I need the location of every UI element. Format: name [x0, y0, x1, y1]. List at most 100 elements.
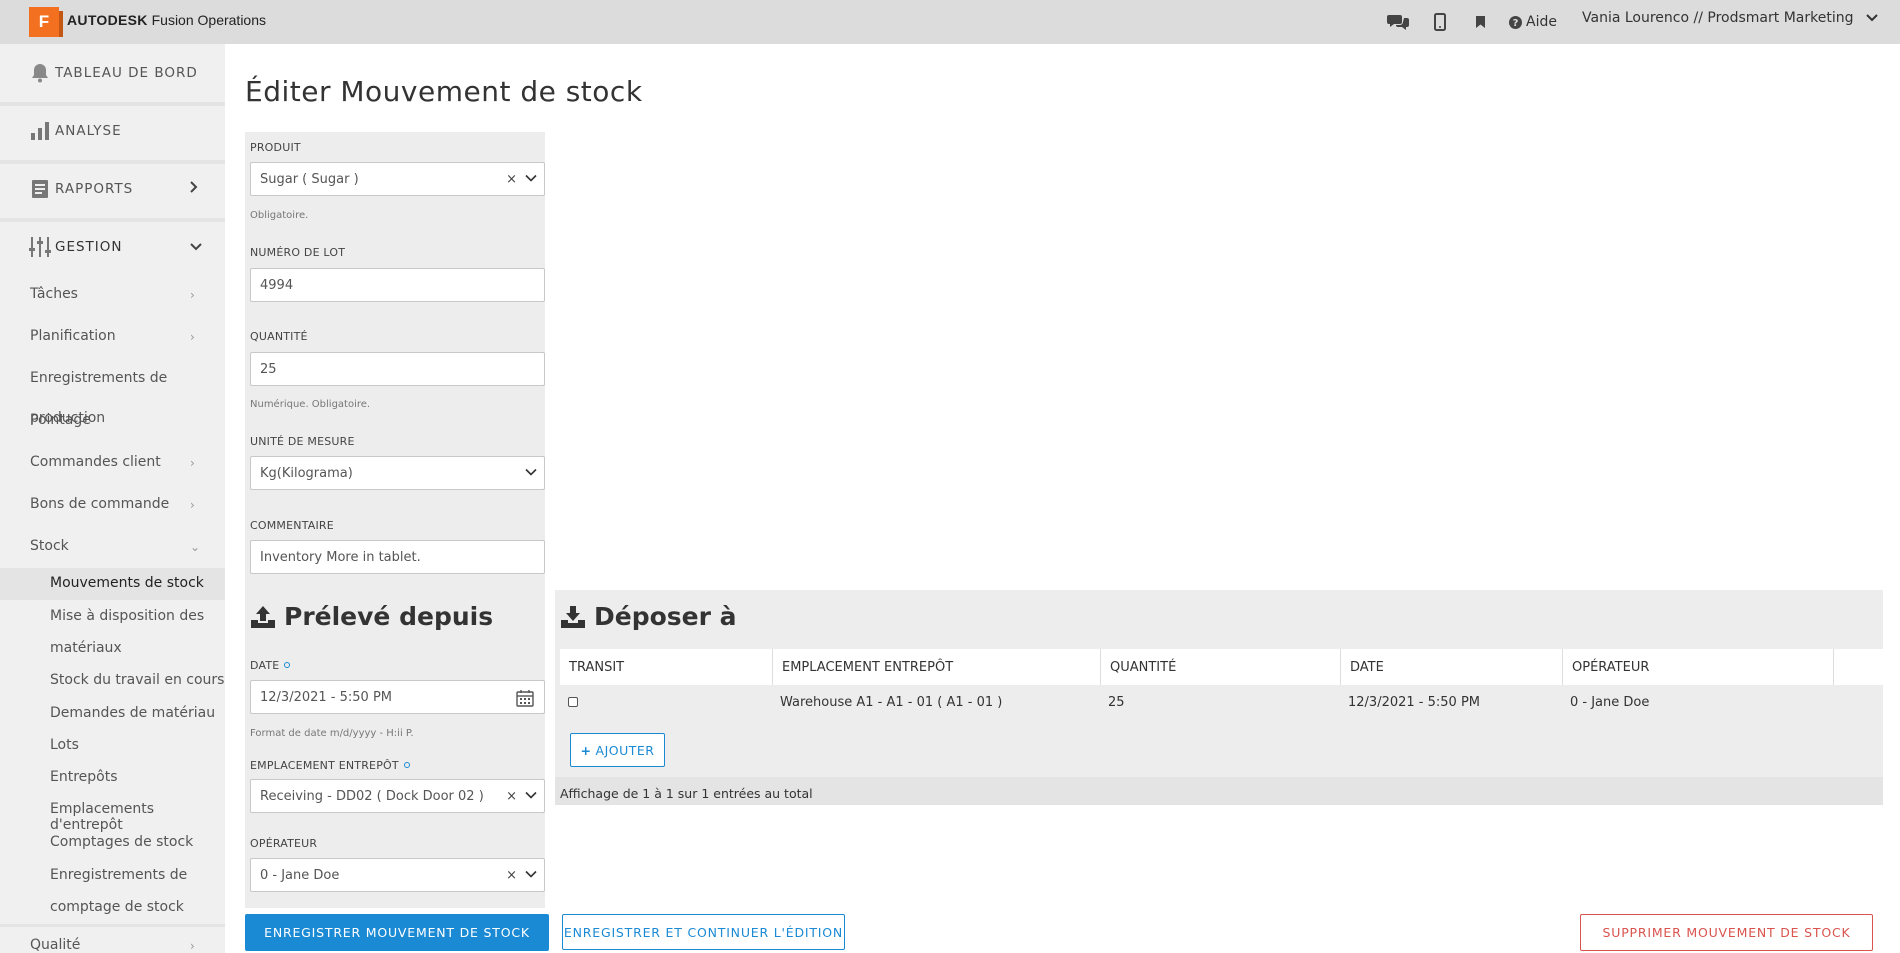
col-quantity[interactable]: QUANTITÉ	[1101, 649, 1341, 685]
top-bar: F AUTODESK Fusion Operations ? Aide Vani…	[0, 0, 1900, 44]
col-date[interactable]: DATE	[1341, 649, 1563, 685]
sliders-icon	[28, 235, 52, 259]
product-help: Obligatoire.	[250, 210, 309, 221]
row-date: 12/3/2021 - 5:50 PM	[1348, 694, 1480, 710]
save-button[interactable]: ENREGISTRER MOUVEMENT DE STOCK	[245, 914, 549, 951]
sidebar-item-tasks[interactable]: Tâches ›	[30, 286, 195, 302]
date-input[interactable]: 12/3/2021 - 5:50 PM	[250, 680, 545, 714]
chevron-right-icon: ›	[190, 330, 195, 344]
operator-label: OPÉRATEUR	[250, 837, 318, 850]
add-button[interactable]: + AJOUTER	[570, 733, 665, 767]
unit-label: UNITÉ DE MESURE	[250, 435, 355, 448]
calendar-icon[interactable]	[516, 689, 534, 707]
sidebar-item-purchase-orders[interactable]: Bons de commande ›	[30, 496, 195, 512]
chevron-down-icon	[1866, 10, 1878, 26]
chevron-right-icon: ›	[190, 939, 195, 953]
transit-checkbox[interactable]	[568, 685, 578, 719]
lot-label: NUMÉRO DE LOT	[250, 246, 346, 259]
table-header: TRANSIT EMPLACEMENT ENTREPÔT QUANTITÉ DA…	[560, 649, 1883, 685]
table-row: Warehouse A1 - A1 - 01 ( A1 - 01 ) 25 12…	[560, 685, 1883, 719]
report-icon	[28, 177, 52, 201]
help-label: Aide	[1526, 14, 1557, 30]
unit-select[interactable]: Kg(Kilograma)	[250, 456, 545, 490]
col-transit[interactable]: TRANSIT	[560, 649, 773, 685]
row-operator: 0 - Jane Doe	[1570, 694, 1650, 710]
user-name: Vania Lourenco // Prodsmart Marketing	[1582, 10, 1854, 26]
sidebar-item-stock-count-records-line2[interactable]: comptage de stock	[50, 899, 184, 915]
chevron-down-icon	[525, 174, 537, 182]
question-circle-icon: ?	[1509, 15, 1522, 29]
warehouse-select[interactable]: Receiving - DD02 ( Dock Door 02 ) ×	[250, 779, 545, 813]
chat-icon[interactable]	[1387, 8, 1409, 36]
chevron-right-icon: ›	[190, 288, 195, 302]
sidebar-item-material-requests[interactable]: Demandes de matériau	[50, 705, 215, 721]
sidebar-item-management[interactable]: GESTION	[0, 218, 225, 276]
quantity-label: QUANTITÉ	[250, 330, 308, 343]
date-help: Format de date m/d/yyyy - H:ii P.	[250, 728, 414, 739]
sidebar-item-production-records[interactable]: Enregistrements de	[30, 370, 167, 386]
date-label: DATE	[250, 659, 291, 672]
sidebar-item-sales-orders[interactable]: Commandes client ›	[30, 454, 195, 470]
chevron-down-icon	[525, 791, 537, 799]
col-operator[interactable]: OPÉRATEUR	[1563, 649, 1834, 685]
sidebar-item-quality[interactable]: Qualité ›	[30, 937, 195, 953]
product-select[interactable]: Sugar ( Sugar ) ×	[250, 162, 545, 196]
sidebar-item-stock-count-records[interactable]: Enregistrements de	[50, 867, 187, 883]
required-dot-icon	[284, 662, 291, 668]
svg-text:?: ?	[1513, 18, 1519, 29]
required-dot-icon	[403, 762, 410, 768]
chevron-down-icon	[190, 239, 202, 255]
bookmark-icon[interactable]	[1475, 8, 1486, 36]
warehouse-label: EMPLACEMENT ENTREPÔT	[250, 759, 410, 772]
comment-input[interactable]: Inventory More in tablet.	[250, 540, 545, 574]
destination-heading: Déposer à	[560, 602, 737, 631]
row-warehouse: Warehouse A1 - A1 - 01 ( A1 - 01 )	[780, 694, 1003, 710]
quantity-input[interactable]: 25	[250, 352, 545, 386]
sidebar: TABLEAU DE BORD ANALYSE RAPPORTS GESTION…	[0, 44, 225, 953]
table-footer-info: Affichage de 1 à 1 sur 1 entrées au tota…	[560, 786, 813, 801]
clear-icon[interactable]: ×	[506, 172, 517, 187]
sidebar-item-lots[interactable]: Lots	[50, 737, 79, 753]
sidebar-item-dashboard[interactable]: TABLEAU DE BORD	[0, 44, 225, 102]
page-title: Éditer Mouvement de stock	[245, 75, 643, 108]
col-warehouse[interactable]: EMPLACEMENT ENTREPÔT	[773, 649, 1101, 685]
sidebar-item-wip-stock[interactable]: Stock du travail en cours	[50, 672, 224, 688]
sidebar-item-stock-movements[interactable]: Mouvements de stock	[50, 575, 204, 591]
sidebar-item-warehouses[interactable]: Entrepôts	[50, 769, 118, 785]
comment-label: COMMENTAIRE	[250, 519, 334, 532]
bell-icon	[28, 61, 52, 85]
sidebar-item-stock-counts[interactable]: Comptages de stock	[50, 834, 193, 850]
fusion-logo[interactable]: F	[29, 7, 63, 37]
sidebar-item-material-availability-line2[interactable]: matériaux	[50, 640, 122, 656]
chevron-right-icon: ›	[190, 456, 195, 470]
row-quantity: 25	[1108, 694, 1125, 710]
sidebar-item-timekeeping[interactable]: Pointage	[30, 412, 91, 428]
source-heading: Prélevé depuis	[250, 602, 493, 631]
user-menu[interactable]: Vania Lourenco // Prodsmart Marketing	[1582, 10, 1878, 26]
upload-icon	[251, 605, 275, 628]
download-icon	[561, 605, 585, 628]
clear-icon[interactable]: ×	[506, 868, 517, 883]
sidebar-item-reports[interactable]: RAPPORTS	[0, 160, 225, 218]
chevron-down-icon: ⌄	[190, 540, 201, 554]
mobile-icon[interactable]	[1434, 8, 1446, 36]
sidebar-item-stock[interactable]: Stock ⌄	[30, 538, 200, 554]
help-link[interactable]: ? Aide	[1509, 8, 1557, 36]
quantity-help: Numérique. Obligatoire.	[250, 399, 371, 410]
lot-input[interactable]: 4994	[250, 268, 545, 302]
sidebar-item-analysis[interactable]: ANALYSE	[0, 102, 225, 160]
delete-button[interactable]: SUPPRIMER MOUVEMENT DE STOCK	[1580, 914, 1873, 951]
product-label: PRODUIT	[250, 141, 301, 154]
brand-name: AUTODESK Fusion Operations	[67, 12, 267, 28]
plus-icon: +	[580, 742, 592, 758]
clear-icon[interactable]: ×	[506, 789, 517, 804]
operator-select[interactable]: 0 - Jane Doe ×	[250, 858, 545, 892]
bar-chart-icon	[28, 119, 52, 143]
sidebar-item-material-availability[interactable]: Mise à disposition des	[50, 608, 204, 624]
chevron-down-icon	[525, 468, 537, 476]
sidebar-item-planning[interactable]: Planification ›	[30, 328, 195, 344]
chevron-right-icon	[190, 181, 198, 197]
sidebar-item-warehouse-locations[interactable]: Emplacements d'entrepôt	[50, 801, 225, 833]
chevron-down-icon	[525, 870, 537, 878]
save-continue-button[interactable]: ENREGISTRER ET CONTINUER L'ÉDITION	[562, 914, 845, 950]
